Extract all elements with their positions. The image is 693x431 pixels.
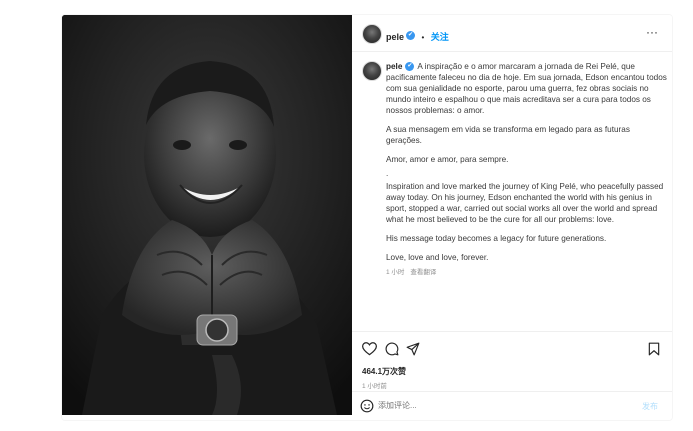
like-count[interactable]: 464.1万次赞 <box>362 366 406 377</box>
post-time: 1 小时前 <box>362 383 387 390</box>
header-separator: • <box>421 33 425 42</box>
post-photo[interactable] <box>62 15 352 415</box>
pele-portrait-image <box>62 15 352 415</box>
verified-icon: ✔ <box>405 62 415 72</box>
post-comment-button[interactable]: 发布 <box>642 401 658 412</box>
emoji-icon[interactable] <box>360 399 374 413</box>
caption-paragraph: A sua mensagem em vida se transforma em … <box>386 125 630 145</box>
caption-paragraph: pele ✔ A inspiração e o amor marcaram a jo… <box>386 61 668 116</box>
avatar[interactable] <box>362 24 382 44</box>
header-user-line: pele ✔ • 关注 <box>386 27 449 45</box>
caption-text: A inspiração e o amor marcaram a jornada… <box>386 62 667 115</box>
comment-icon[interactable] <box>385 342 399 356</box>
caption-avatar[interactable] <box>362 61 382 81</box>
comment-input[interactable] <box>378 401 578 410</box>
caption-meta: 1 小时 查看翻译 <box>386 267 668 278</box>
caption-area: pele ✔ A inspiração e o amor marcaram a jo… <box>352 51 672 331</box>
see-translation-link[interactable]: 查看翻译 <box>410 269 436 276</box>
caption-body: pele ✔ A inspiração e o amor marcaram a jo… <box>386 61 668 278</box>
post-modal: pele ✔ • 关注 ··· pele ✔ A inspiração e o amo… <box>62 15 672 420</box>
header-username[interactable]: pele <box>386 32 404 42</box>
bookmark-icon[interactable] <box>648 342 660 356</box>
comment-bar: 发布 <box>352 391 672 420</box>
caption-paragraph: Inspiration and love marked the journey … <box>386 182 664 224</box>
post-sidebar: pele ✔ • 关注 ··· pele ✔ A inspiração e o amo… <box>352 15 672 420</box>
caption-paragraph: Amor, amor e amor, para sempre. <box>386 155 509 164</box>
action-bar: 464.1万次赞 1 小时前 <box>352 331 672 392</box>
caption-paragraph: Love, love and love, forever. <box>386 253 489 262</box>
more-icon[interactable]: ··· <box>646 25 658 39</box>
verified-icon: ✔ <box>406 31 416 41</box>
heart-icon[interactable] <box>362 342 377 356</box>
caption-paragraph: His message today becomes a legacy for f… <box>386 234 607 243</box>
share-icon[interactable] <box>406 342 420 356</box>
post-header: pele ✔ • 关注 ··· <box>352 15 672 52</box>
caption-paragraph: . <box>386 169 389 178</box>
caption-username[interactable]: pele <box>386 62 402 71</box>
follow-button[interactable]: 关注 <box>431 32 449 42</box>
caption-time: 1 小时 <box>386 269 405 276</box>
